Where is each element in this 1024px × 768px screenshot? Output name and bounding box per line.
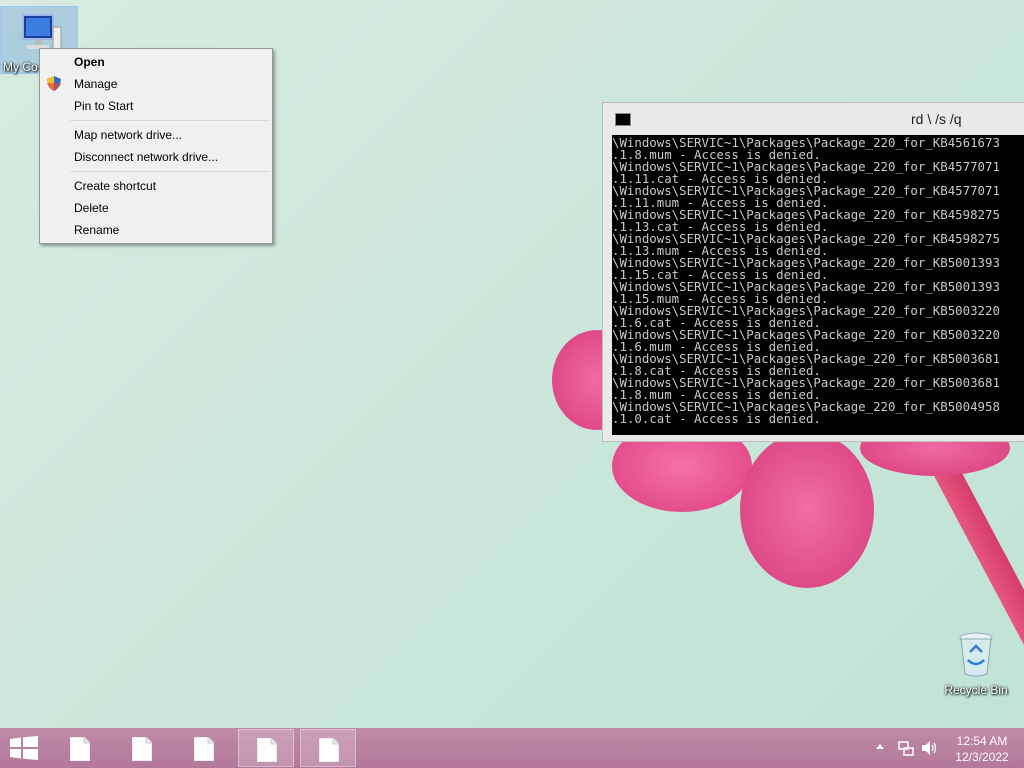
console-title: rd \ /s /q <box>911 111 962 127</box>
taskbar: 12:54 AM 12/3/2022 <box>0 728 1024 768</box>
desktop-icon-label: Recycle Bin <box>944 683 1008 697</box>
document-icon <box>319 738 339 762</box>
context-menu: Open Manage Pin to Start Map network dri… <box>39 48 273 244</box>
menu-separator <box>70 171 270 172</box>
menu-separator <box>70 120 270 121</box>
console-titlebar[interactable]: rd \ /s /q <box>603 103 1024 135</box>
volume-icon[interactable] <box>921 740 939 756</box>
console-line: .1.0.cat - Access is denied. <box>612 411 821 426</box>
menu-item-rename[interactable]: Rename <box>74 220 119 240</box>
desktop-icon-recycle-bin[interactable]: Recycle Bin <box>940 630 1012 697</box>
document-icon <box>257 738 277 762</box>
menu-item-delete[interactable]: Delete <box>74 198 109 218</box>
uac-shield-icon <box>47 76 61 91</box>
console-output[interactable]: \Windows\SERVIC~1\Packages\Package_220_f… <box>612 135 1024 435</box>
menu-item-manage[interactable]: Manage <box>74 74 117 94</box>
menu-item-map-network-drive[interactable]: Map network drive... <box>74 125 182 145</box>
document-icon <box>70 737 90 761</box>
taskbar-clock[interactable]: 12:54 AM 12/3/2022 <box>950 733 1014 765</box>
taskbar-button[interactable] <box>300 729 356 767</box>
document-icon <box>194 737 214 761</box>
clock-date: 12/3/2022 <box>955 750 1009 764</box>
cmd-icon <box>615 113 631 126</box>
network-icon[interactable] <box>898 740 914 756</box>
taskbar-button[interactable] <box>176 729 232 767</box>
menu-item-disconnect-network-drive[interactable]: Disconnect network drive... <box>74 147 218 167</box>
windows-start-icon[interactable] <box>10 736 38 760</box>
petal <box>740 432 874 588</box>
taskbar-button[interactable] <box>52 729 108 767</box>
recycle-bin-icon <box>959 632 993 677</box>
menu-item-pin-to-start[interactable]: Pin to Start <box>74 96 133 116</box>
menu-item-create-shortcut[interactable]: Create shortcut <box>74 176 156 196</box>
clock-time: 12:54 AM <box>956 734 1008 748</box>
show-hidden-icons-chevron[interactable] <box>876 744 884 749</box>
taskbar-button[interactable] <box>238 729 294 767</box>
taskbar-button[interactable] <box>114 729 170 767</box>
menu-item-open[interactable]: Open <box>74 52 105 72</box>
console-window[interactable]: rd \ /s /q \Windows\SERVIC~1\Packages\Pa… <box>602 102 1024 442</box>
document-icon <box>132 737 152 761</box>
